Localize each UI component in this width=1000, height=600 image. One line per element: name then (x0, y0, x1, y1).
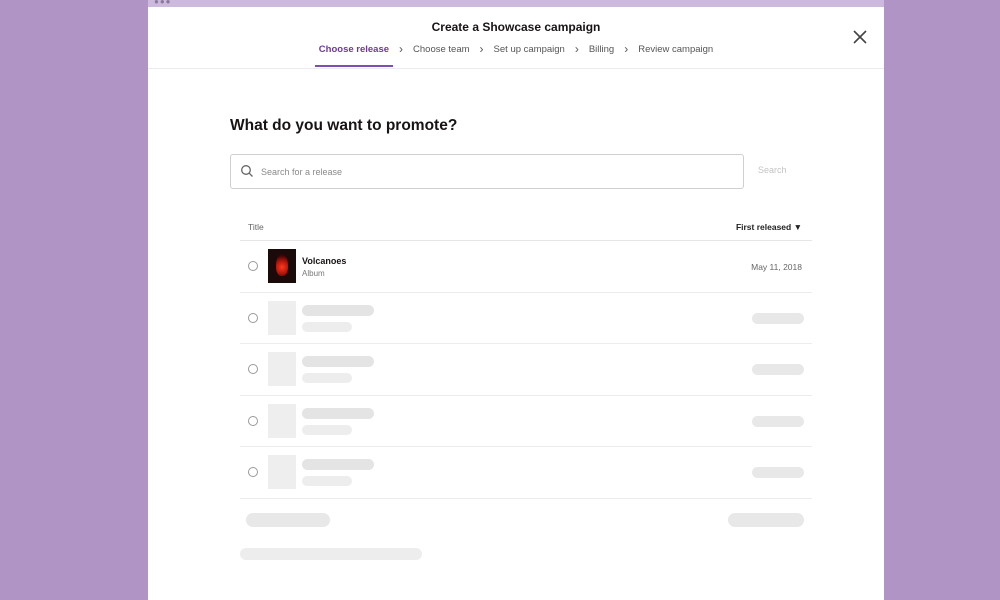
chevron-right-icon: › (574, 42, 579, 56)
placeholder-art (268, 455, 296, 489)
placeholder-date (752, 415, 804, 427)
album-art (268, 249, 296, 283)
table-header: Title First released ▼ (240, 213, 812, 241)
table-row-placeholder (240, 344, 812, 396)
release-radio[interactable] (248, 415, 258, 426)
placeholder-date (752, 364, 804, 375)
placeholder-line (302, 356, 374, 367)
search-box (230, 154, 744, 189)
placeholder-line (302, 373, 352, 383)
placeholder-date (752, 467, 804, 478)
page-heading: What do you want to promote? (230, 117, 458, 134)
column-first-released-sort[interactable]: First released ▼ (736, 222, 802, 232)
release-date: May 11, 2018 (751, 262, 802, 272)
placeholder-pagination-right (728, 513, 804, 527)
step-set-up-campaign[interactable]: Set up campaign (490, 43, 569, 65)
release-radio[interactable] (248, 261, 258, 271)
chevron-right-icon: › (399, 42, 404, 56)
placeholder-footer (240, 548, 422, 560)
placeholder-art (268, 403, 296, 438)
column-title: Title (248, 222, 264, 232)
campaign-modal: Create a Showcase campaign Choose releas… (148, 7, 884, 600)
search-button[interactable]: Search (758, 165, 787, 175)
placeholder-line (302, 459, 374, 470)
placeholder-line (302, 424, 352, 435)
release-table: Title First released ▼ Volcanoes Album M… (240, 213, 812, 499)
placeholder-line (302, 304, 374, 316)
release-radio[interactable] (248, 364, 258, 374)
release-radio[interactable] (248, 312, 258, 323)
step-choose-team[interactable]: Choose team (409, 43, 474, 65)
table-row-placeholder (240, 447, 812, 499)
chevron-right-icon: › (624, 42, 629, 56)
modal-title: Create a Showcase campaign (431, 20, 601, 34)
placeholder-art (268, 352, 296, 386)
release-radio[interactable] (248, 467, 258, 477)
step-choose-release[interactable]: Choose release (314, 43, 394, 67)
placeholder-line (302, 321, 352, 332)
placeholder-pagination-left (246, 513, 330, 527)
placeholder-line (302, 476, 352, 486)
step-nav: Choose release › Choose team › Set up ca… (148, 42, 884, 67)
modal-header: Create a Showcase campaign Choose releas… (148, 7, 884, 69)
table-row[interactable]: Volcanoes Album May 11, 2018 (240, 241, 812, 293)
browser-top-strip: ●●● (148, 0, 884, 7)
search-input[interactable] (261, 161, 731, 183)
release-type: Album (302, 269, 325, 278)
placeholder-art (268, 300, 296, 335)
table-row-placeholder (240, 396, 812, 447)
step-review-campaign[interactable]: Review campaign (634, 43, 717, 65)
window-dots: ●●● (154, 0, 172, 6)
step-billing[interactable]: Billing (585, 43, 618, 65)
close-icon[interactable] (850, 27, 870, 47)
search-icon (240, 164, 254, 178)
placeholder-line (302, 407, 374, 419)
chevron-right-icon: › (479, 42, 484, 56)
placeholder-date (752, 312, 804, 324)
release-title: Volcanoes (302, 256, 347, 266)
table-row-placeholder (240, 293, 812, 344)
